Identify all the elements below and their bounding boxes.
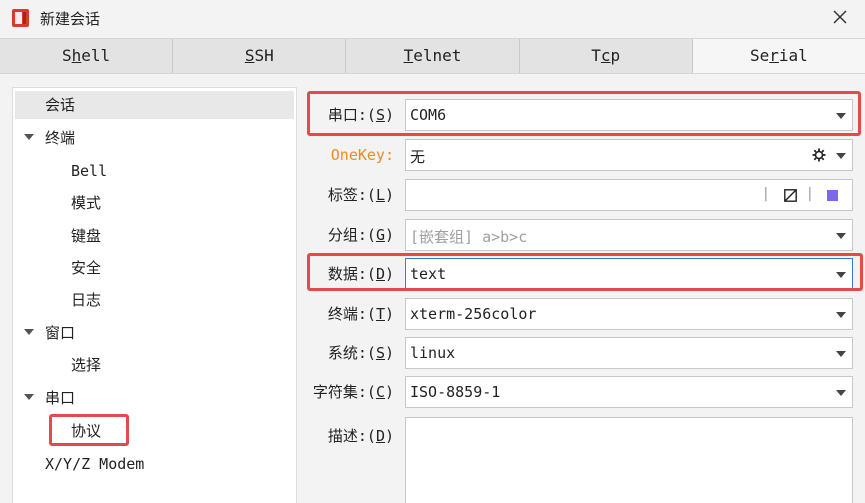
tree-item-xyz-modem[interactable]: X/Y/Z Modem (45, 450, 144, 478)
group-label: 分组:(G) (327, 226, 394, 244)
app-icon (12, 9, 29, 27)
tree-item-terminal[interactable]: 终端 (45, 124, 75, 152)
onekey-value: 无 (410, 148, 426, 166)
separator: | (805, 186, 814, 202)
tree-item-mode[interactable]: 模式 (71, 189, 101, 217)
terminal-value: xterm-256color (410, 305, 537, 323)
system-label: 系统:(S) (327, 344, 394, 362)
terminal-label: 终端:(T) (327, 305, 394, 323)
description-textarea[interactable] (405, 417, 853, 503)
chevron-down-icon[interactable] (24, 329, 34, 335)
chevron-down-icon[interactable] (836, 233, 846, 239)
highlight-box (49, 414, 129, 446)
chevron-down-icon[interactable] (836, 390, 846, 396)
tree-item-serial[interactable]: 串口 (45, 384, 75, 412)
tree-item-label: 会话 (45, 96, 76, 114)
tab-tcp[interactable]: Tcp (519, 39, 693, 73)
desc-label: 描述:(D) (327, 427, 394, 445)
tree-item-label: 选择 (71, 356, 102, 374)
tree-item-label: 窗口 (45, 324, 76, 342)
tree-item-label: 模式 (71, 194, 102, 212)
tree-item-keyboard[interactable]: 键盘 (71, 222, 101, 250)
tree-item-label: Bell (71, 162, 108, 180)
tab-telnet[interactable]: Telnet (346, 39, 520, 73)
tab-ssh[interactable]: SSH (173, 39, 347, 73)
close-icon[interactable] (829, 6, 851, 28)
tree-item-window[interactable]: 窗口 (45, 319, 75, 347)
color-swatch-icon[interactable] (827, 190, 838, 201)
chevron-down-icon[interactable] (24, 394, 34, 400)
onekey-select[interactable]: 无 (405, 139, 853, 171)
chevron-down-icon[interactable] (836, 312, 846, 318)
tree-item-log[interactable]: 日志 (71, 286, 101, 314)
charset-label: 字符集:(C) (312, 383, 394, 401)
system-value: linux (410, 344, 456, 362)
system-select[interactable]: linux (405, 337, 853, 369)
tree-item-label: 安全 (71, 259, 102, 277)
tag-field[interactable]: | | (405, 179, 853, 211)
tag-label: 标签:(L) (327, 186, 394, 204)
tree-item-session[interactable]: 会话 (15, 91, 294, 119)
chevron-down-icon[interactable] (24, 134, 34, 140)
group-placeholder: [嵌套组] a>b>c (410, 228, 528, 246)
tree-item-label: 日志 (71, 291, 102, 309)
charset-value: ISO-8859-1 (410, 383, 501, 401)
tree-item-select[interactable]: 选择 (71, 351, 101, 379)
settings-tree: 会话 终端 Bell 模式 键盘 安全 日志 窗口 选择 串口 协议 X/Y/Z… (12, 87, 297, 503)
charset-select[interactable]: ISO-8859-1 (405, 376, 853, 408)
onekey-label: OneKey: (330, 146, 394, 164)
separator: | (761, 186, 770, 202)
tab-serial[interactable]: Serial (692, 39, 865, 73)
tree-item-label: 串口 (45, 389, 76, 407)
highlight-box (307, 253, 863, 291)
tree-item-security[interactable]: 安全 (71, 254, 101, 282)
group-select[interactable]: [嵌套组] a>b>c (405, 219, 853, 251)
tab-shell[interactable]: Shell (0, 39, 174, 73)
window-title: 新建会话 (40, 10, 101, 28)
title-bar: 新建会话 (0, 0, 865, 36)
tree-item-label: 终端 (45, 129, 76, 147)
terminal-select[interactable]: xterm-256color (405, 298, 853, 330)
chevron-down-icon[interactable] (836, 153, 846, 159)
tree-item-label: 键盘 (71, 227, 102, 245)
tree-item-bell[interactable]: Bell (71, 157, 107, 185)
gear-icon[interactable] (812, 148, 826, 162)
protocol-tabs: Shell SSH Telnet Tcp Serial (0, 38, 865, 74)
highlight-box (307, 91, 861, 136)
tree-item-label: X/Y/Z Modem (45, 455, 145, 473)
chevron-down-icon[interactable] (836, 351, 846, 357)
clear-color-icon[interactable] (784, 189, 797, 202)
